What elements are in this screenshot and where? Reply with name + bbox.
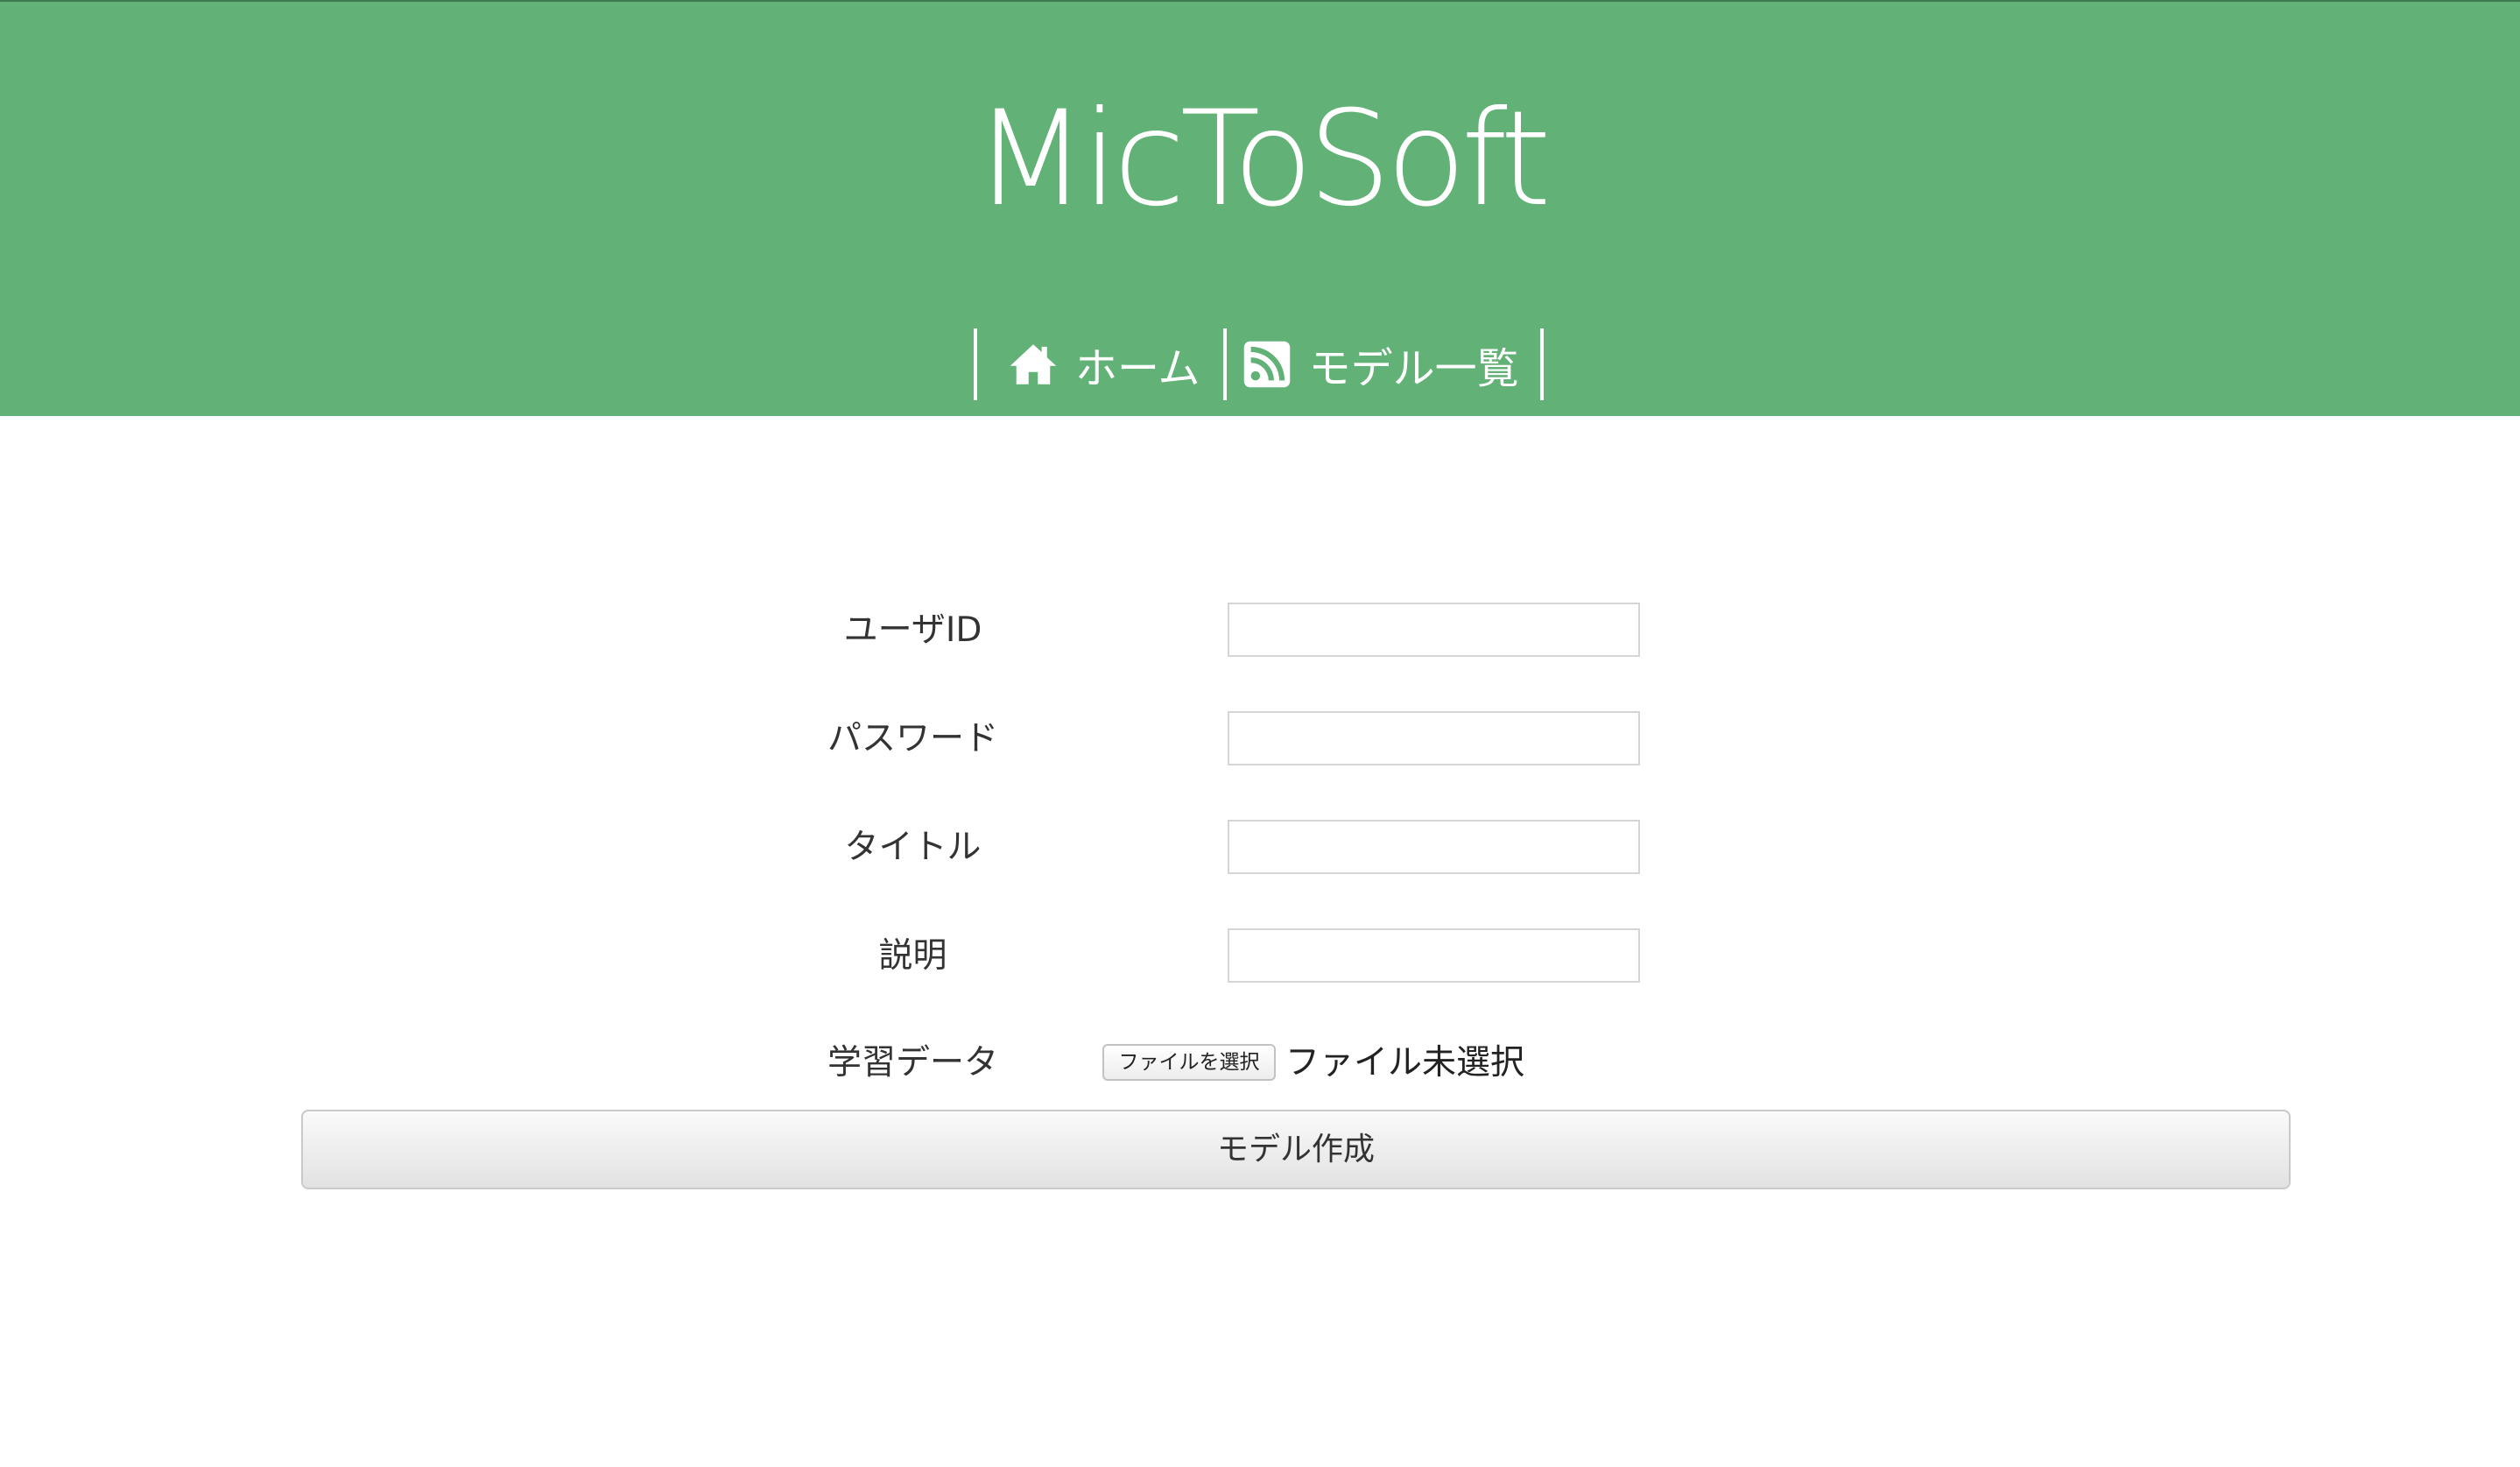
nav-item-model-list[interactable]: モデル一覧 [1227,328,1540,400]
nav-divider [1539,328,1544,400]
main-nav: ホーム モデル一覧 [974,328,1544,400]
title-input[interactable] [1228,820,1640,874]
create-model-button[interactable]: モデル作成 [301,1110,2291,1189]
form-row-user-id: ユーザID [0,603,2520,659]
site-header: MicToSoft ホーム モデル一覧 [0,0,2520,416]
form-row-training-data: 学習データ ファイルを選択 ファイル未選択 [0,1035,2520,1091]
home-icon [1009,340,1058,389]
password-input[interactable] [1228,711,1640,765]
form-row-title: タイトル [0,820,2520,876]
training-data-label: 学習データ [827,1043,998,1083]
nav-item-label: モデル一覧 [1308,344,1519,393]
file-status-text: ファイル未選択 [1285,1043,1525,1083]
choose-file-button[interactable]: ファイルを選択 [1102,1044,1276,1081]
site-title: MicToSoft [974,83,1551,236]
form-row-password: パスワード [0,711,2520,767]
description-input[interactable] [1228,928,1640,983]
rss-icon [1242,340,1292,389]
nav-item-home[interactable]: ホーム [977,328,1223,400]
user-id-label: ユーザID [843,610,982,650]
description-label: 説明 [878,936,947,976]
form-row-description: 説明 [0,928,2520,984]
nav-item-label: ホーム [1075,344,1200,393]
title-label: タイトル [844,828,982,867]
password-label: パスワード [827,719,998,758]
user-id-input[interactable] [1228,603,1640,657]
